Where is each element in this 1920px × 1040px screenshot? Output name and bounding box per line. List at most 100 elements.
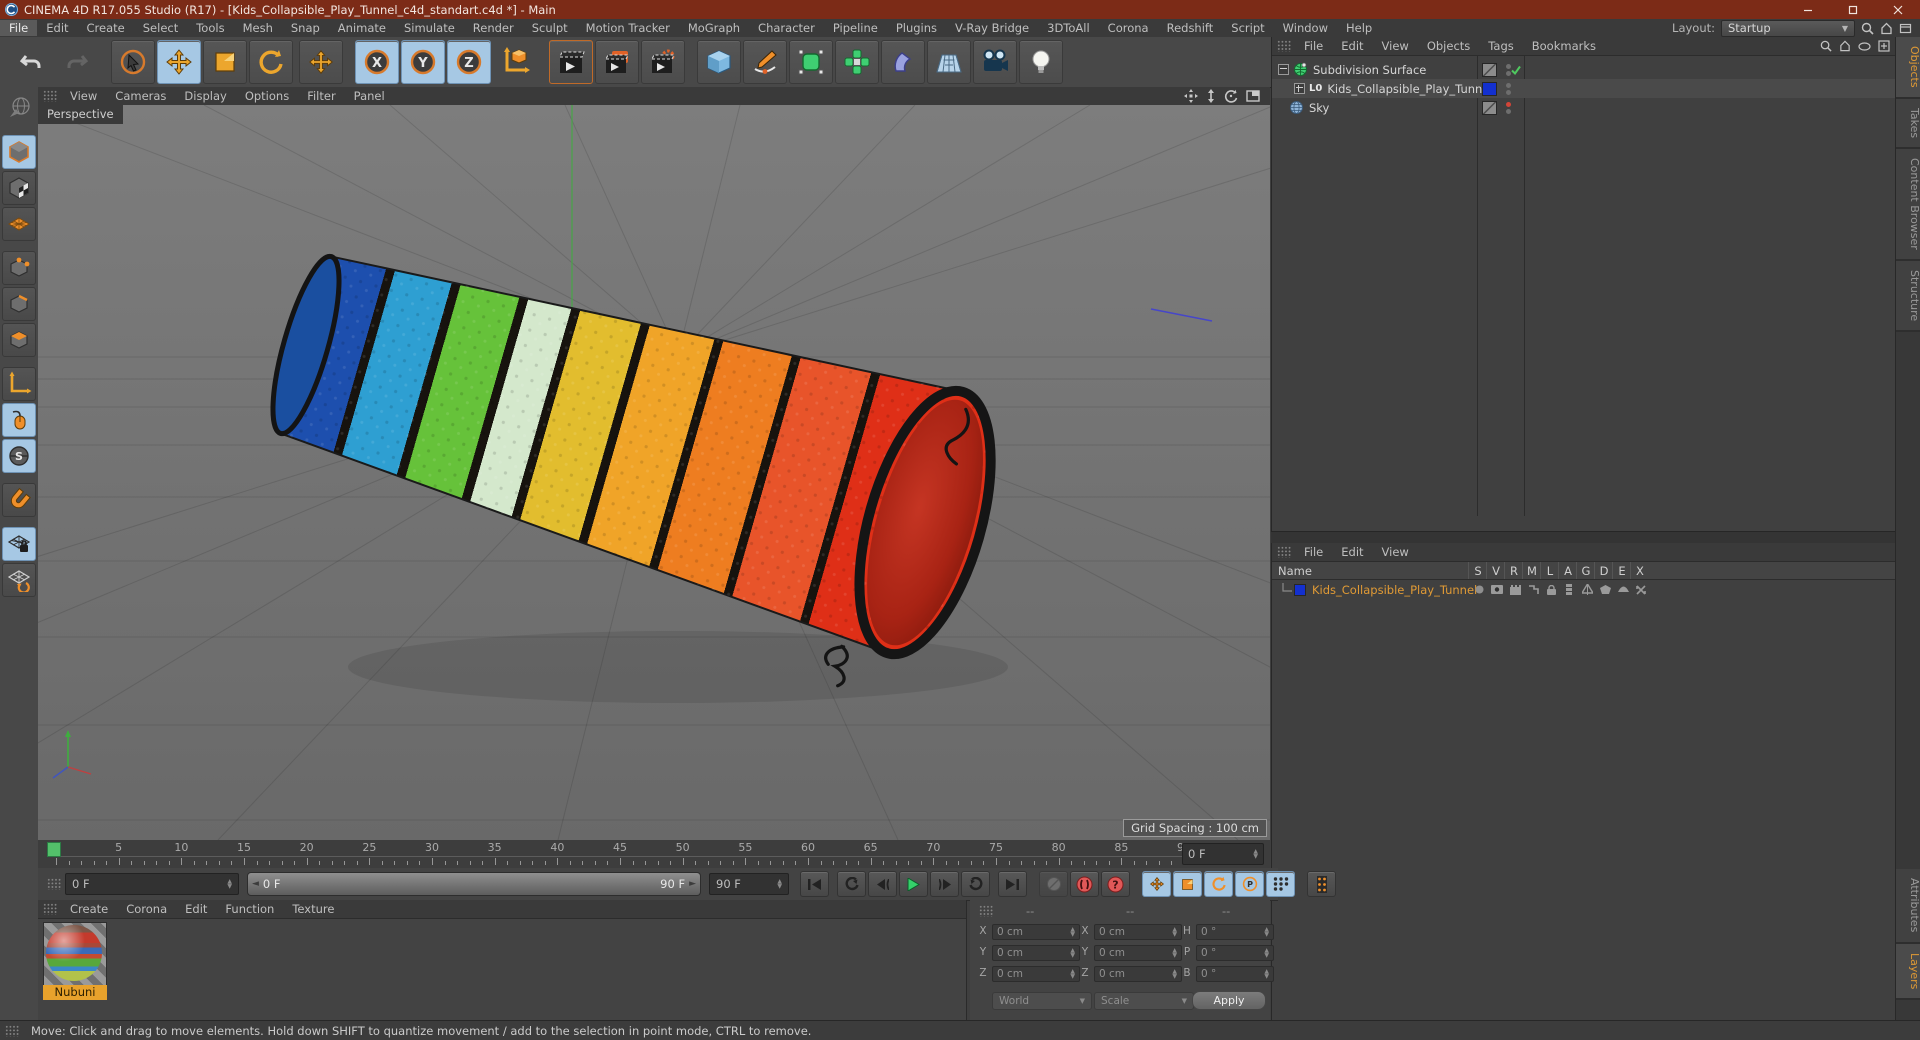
last-used-tool[interactable] bbox=[299, 40, 343, 84]
side-tab[interactable]: Takes bbox=[1896, 98, 1920, 149]
add-light-button[interactable] bbox=[1019, 40, 1063, 84]
menu-item[interactable]: File bbox=[1295, 544, 1332, 560]
menu-item[interactable]: Redshift bbox=[1158, 20, 1223, 36]
keyframe-selection-button[interactable]: ? bbox=[1101, 871, 1130, 897]
position-x-input[interactable]: 0 cm ▲ ▼ bbox=[992, 924, 1080, 940]
column-header[interactable]: L bbox=[1540, 562, 1559, 579]
toggle-view-icon[interactable] bbox=[1246, 90, 1260, 102]
menu-item[interactable]: Create bbox=[78, 20, 134, 36]
menu-item[interactable]: Edit bbox=[176, 901, 216, 917]
menu-item[interactable]: File bbox=[1295, 38, 1332, 54]
minimize-button[interactable] bbox=[1785, 0, 1830, 19]
menu-item[interactable]: File bbox=[0, 20, 38, 36]
z-axis-lock-button[interactable]: Z bbox=[447, 40, 491, 84]
generator-check-icon[interactable] bbox=[1510, 64, 1522, 76]
position-y-input[interactable]: 0 cm ▲ ▼ bbox=[992, 945, 1080, 961]
y-axis-lock-button[interactable]: Y bbox=[401, 40, 445, 84]
menu-item[interactable]: Snap bbox=[282, 20, 329, 36]
filter-path-icon[interactable] bbox=[1858, 41, 1871, 51]
magnet-snap-button[interactable] bbox=[2, 483, 36, 517]
visibility-dot-render[interactable] bbox=[1506, 108, 1511, 114]
layer-color-swatch[interactable] bbox=[1294, 583, 1306, 596]
collapse-icon[interactable] bbox=[1278, 64, 1289, 75]
menu-item[interactable]: Plugins bbox=[887, 20, 946, 36]
edges-mode-button[interactable] bbox=[2, 287, 36, 321]
stepper-icon[interactable]: ▲ ▼ bbox=[1172, 969, 1177, 980]
name-column-header[interactable]: Name bbox=[1278, 564, 1312, 578]
panel-grip[interactable] bbox=[979, 905, 994, 917]
menu-item[interactable]: V-Ray Bridge bbox=[946, 20, 1038, 36]
visibility-dot-render[interactable] bbox=[1506, 89, 1511, 95]
object-row-play-tunnel[interactable]: L0 Kids_Collapsible_Play_Tunnel bbox=[1272, 79, 1896, 98]
stepper-icon[interactable]: ▲ ▼ bbox=[1070, 927, 1075, 938]
menu-item[interactable]: Sculpt bbox=[523, 20, 577, 36]
menu-item[interactable]: Animate bbox=[329, 20, 395, 36]
render-icon[interactable] bbox=[1508, 583, 1522, 596]
column-header[interactable]: E bbox=[1612, 562, 1631, 579]
menu-item[interactable]: Edit bbox=[1332, 544, 1372, 560]
rotation-p-input[interactable]: 0 ° ▲ ▼ bbox=[1196, 945, 1274, 961]
goto-end-button[interactable] bbox=[998, 871, 1027, 897]
object-name[interactable]: Sky bbox=[1309, 101, 1329, 115]
add-camera-button[interactable] bbox=[973, 40, 1017, 84]
size-mode-dropdown[interactable]: Scale ▼ bbox=[1094, 992, 1194, 1010]
visibility-dot-editor[interactable] bbox=[1506, 82, 1511, 88]
snap-settings-button[interactable]: S bbox=[2, 439, 36, 473]
render-settings-button[interactable] bbox=[641, 40, 685, 84]
viewport-solo-button[interactable] bbox=[2, 403, 36, 437]
layer-tile[interactable] bbox=[1482, 62, 1497, 77]
keying-settings-button[interactable] bbox=[1307, 871, 1336, 897]
workplane-lock-button[interactable] bbox=[2, 527, 36, 561]
menu-item[interactable]: Objects bbox=[1418, 38, 1479, 54]
panel-grip[interactable] bbox=[5, 1025, 20, 1037]
side-tab[interactable]: Attributes bbox=[1896, 869, 1920, 944]
points-mode-button[interactable] bbox=[2, 251, 36, 285]
polygons-mode-button[interactable] bbox=[2, 323, 36, 357]
stepper-icon[interactable]: ▲ ▼ bbox=[1070, 969, 1075, 980]
rotation-h-input[interactable]: 0 ° ▲ ▼ bbox=[1196, 924, 1274, 940]
column-header[interactable]: G bbox=[1576, 562, 1595, 579]
key-scale-toggle[interactable] bbox=[1173, 871, 1202, 897]
lock-icon[interactable] bbox=[1544, 583, 1558, 596]
menu-item[interactable]: 3DToAll bbox=[1038, 20, 1099, 36]
size-z-input[interactable]: 0 cm ▲ ▼ bbox=[1094, 966, 1182, 982]
column-header[interactable]: V bbox=[1486, 562, 1505, 579]
column-header[interactable]: D bbox=[1594, 562, 1613, 579]
layer-tile[interactable] bbox=[1482, 100, 1497, 115]
goto-previous-key-button[interactable] bbox=[837, 871, 866, 897]
home-icon[interactable] bbox=[1839, 40, 1851, 52]
menu-item[interactable]: Script bbox=[1222, 20, 1273, 36]
rotate-tool[interactable] bbox=[249, 40, 293, 84]
menu-item[interactable]: Select bbox=[134, 20, 187, 36]
panel-grip[interactable] bbox=[1277, 546, 1292, 558]
texture-mode-button[interactable] bbox=[2, 171, 36, 205]
layer-row-play-tunnel[interactable]: Kids_Collapsible_Play_Tunnel bbox=[1272, 580, 1896, 599]
position-mode-dropdown[interactable]: World ▼ bbox=[992, 992, 1092, 1010]
menu-item[interactable]: Character bbox=[749, 20, 824, 36]
search-icon[interactable] bbox=[1820, 40, 1832, 52]
panel-grip[interactable] bbox=[47, 878, 62, 890]
add-environment-button[interactable] bbox=[927, 40, 971, 84]
rotation-b-input[interactable]: 0 ° ▲ ▼ bbox=[1196, 966, 1274, 982]
visibility-dot-editor[interactable] bbox=[1506, 101, 1511, 107]
add-array-button[interactable] bbox=[835, 40, 879, 84]
menu-item[interactable]: Tags bbox=[1479, 38, 1522, 54]
close-button[interactable] bbox=[1875, 0, 1920, 19]
apply-button[interactable]: Apply bbox=[1192, 991, 1266, 1010]
coordinate-system-button[interactable] bbox=[493, 40, 537, 84]
menu-item[interactable]: Tools bbox=[187, 20, 233, 36]
add-primitive-button[interactable] bbox=[697, 40, 741, 84]
menu-item[interactable]: Cameras bbox=[106, 88, 175, 104]
end-frame-field[interactable]: 90 F ▲ ▼ bbox=[709, 873, 789, 895]
current-frame-field[interactable]: 0 F ▲ ▼ bbox=[65, 873, 239, 895]
menu-item[interactable]: Filter bbox=[298, 88, 344, 104]
range-right-arrow-icon[interactable]: ► bbox=[689, 879, 696, 889]
menu-item[interactable]: Display bbox=[175, 88, 235, 104]
menu-item[interactable]: Edit bbox=[1332, 38, 1372, 54]
animation-icon[interactable] bbox=[1562, 583, 1576, 596]
maximize-button[interactable] bbox=[1830, 0, 1875, 19]
deformers-icon[interactable] bbox=[1598, 583, 1612, 596]
manager-icon[interactable] bbox=[1526, 583, 1540, 596]
side-tab[interactable]: Objects bbox=[1896, 37, 1920, 99]
model-mode-button[interactable] bbox=[2, 135, 36, 169]
